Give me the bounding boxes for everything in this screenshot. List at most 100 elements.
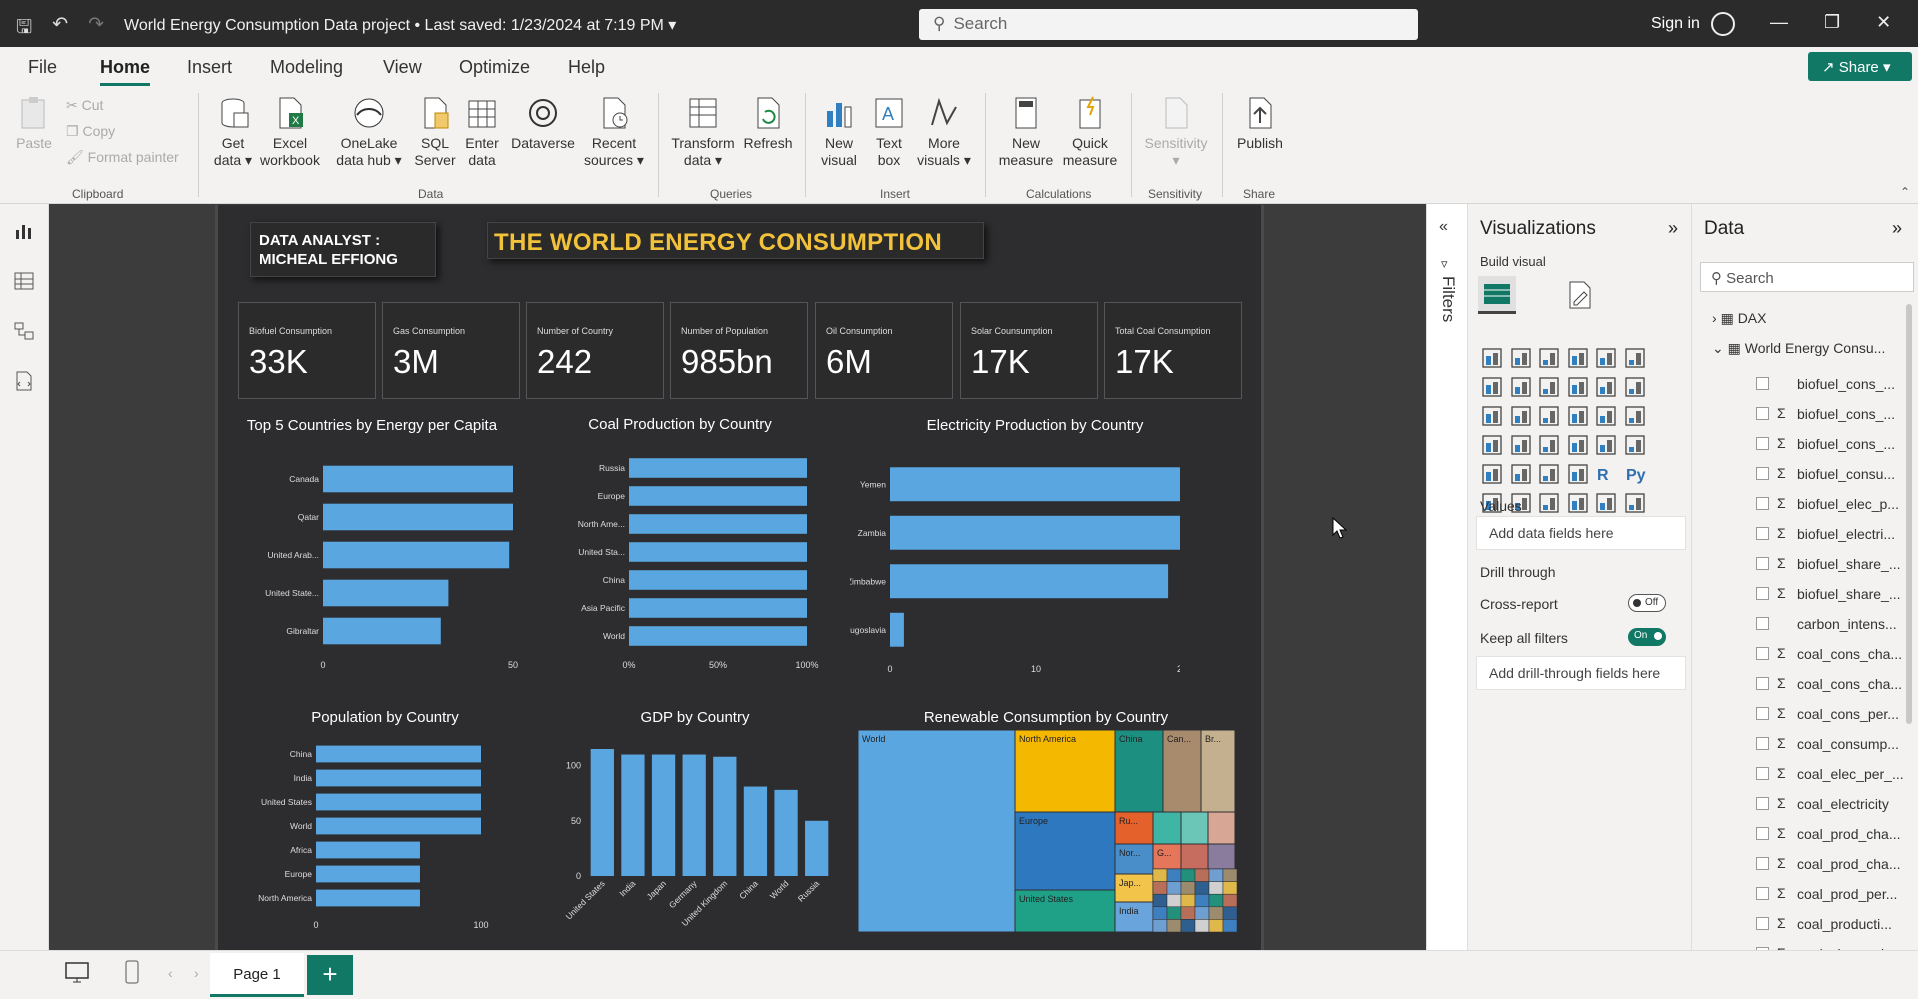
onelake-data-hub-button[interactable]: OneLake data hub ▾ — [328, 95, 410, 169]
field-row[interactable]: Σcoal_elec_per_... — [1692, 762, 1917, 786]
card-icon[interactable] — [1594, 433, 1618, 457]
collapse-ribbon-icon[interactable]: ⌃ — [1900, 185, 1910, 199]
field-row[interactable]: Σcoal_prod_cha... — [1692, 852, 1917, 876]
report-view-icon[interactable] — [13, 220, 35, 242]
field-row[interactable]: Σcoal_consump... — [1692, 732, 1917, 756]
narrative-icon[interactable] — [1566, 491, 1590, 515]
funnel-bar-icon[interactable] — [1480, 404, 1504, 428]
gdp-chart[interactable]: United States India JapanGermanyUnited Kin… — [545, 730, 840, 945]
tab-file[interactable]: File — [28, 57, 57, 78]
quick-measure-button[interactable]: Quick measure — [1058, 95, 1122, 169]
field-checkbox[interactable] — [1756, 917, 1769, 930]
tab-modeling[interactable]: Modeling — [270, 57, 343, 78]
scatter-icon[interactable] — [1537, 404, 1561, 428]
field-checkbox[interactable] — [1756, 587, 1769, 600]
map-icon[interactable] — [1480, 433, 1504, 457]
field-row[interactable]: Σbiofuel_electri... — [1692, 522, 1917, 546]
matrix-icon[interactable] — [1566, 462, 1590, 486]
r-visual-icon[interactable]: R — [1594, 462, 1618, 486]
field-checkbox[interactable] — [1756, 797, 1769, 810]
funnel-icon[interactable] — [1509, 404, 1533, 428]
document-title[interactable]: World Energy Consumption Data project • … — [124, 15, 676, 35]
waterfall-icon[interactable] — [1623, 375, 1647, 399]
field-checkbox[interactable] — [1756, 707, 1769, 720]
kpi-icon[interactable] — [1480, 462, 1504, 486]
ribbon-icon[interactable] — [1594, 375, 1618, 399]
expand-visualizations-icon[interactable]: » — [1668, 218, 1678, 239]
field-checkbox[interactable] — [1756, 527, 1769, 540]
filled-map-icon[interactable] — [1509, 433, 1533, 457]
field-row[interactable]: carbon_intens... — [1692, 612, 1917, 636]
mobile-layout-icon[interactable] — [124, 959, 140, 985]
next-page-icon[interactable]: › — [194, 965, 199, 981]
100-column-icon[interactable] — [1623, 346, 1647, 370]
python-visual-icon[interactable]: Py — [1623, 462, 1647, 486]
field-checkbox[interactable] — [1756, 677, 1769, 690]
sensitivity-button[interactable]: Sensitivity ▾ — [1140, 95, 1212, 169]
clustered-bar-icon[interactable] — [1537, 346, 1561, 370]
values-well[interactable]: Add data fields here — [1476, 516, 1686, 550]
field-row[interactable]: Σcoal_electricity — [1692, 792, 1917, 816]
field-checkbox[interactable] — [1756, 767, 1769, 780]
new-visual-button[interactable]: New visual — [814, 95, 864, 169]
add-page-button[interactable]: + — [307, 955, 353, 995]
kpi-card[interactable]: Biofuel Consumption 33K — [238, 302, 376, 399]
format-painter-button[interactable]: 🖌 Format painter — [66, 149, 179, 166]
goals-icon[interactable] — [1594, 491, 1618, 515]
line-icon[interactable] — [1480, 375, 1504, 399]
tree-node-world-energy[interactable]: ⌄ ▦ World Energy Consu... — [1712, 340, 1885, 357]
tab-help[interactable]: Help — [568, 57, 605, 78]
field-checkbox[interactable] — [1756, 407, 1769, 420]
field-row[interactable]: Σbiofuel_share_... — [1692, 552, 1917, 576]
table-view-icon[interactable] — [13, 270, 35, 292]
save-icon[interactable]: 🖫 — [16, 13, 32, 45]
stacked-column-icon[interactable] — [1509, 346, 1533, 370]
tab-home[interactable]: Home — [100, 57, 151, 86]
pie-icon[interactable] — [1566, 404, 1590, 428]
sql-server-button[interactable]: SQL Server — [414, 95, 456, 169]
get-data-button[interactable]: Get data ▾ — [208, 95, 258, 169]
field-checkbox[interactable] — [1756, 497, 1769, 510]
azure-map-icon[interactable] — [1537, 433, 1561, 457]
close-icon[interactable]: ✕ — [1876, 12, 1891, 33]
field-row[interactable]: Σcoal_cons_cha... — [1692, 672, 1917, 696]
field-checkbox[interactable] — [1756, 887, 1769, 900]
field-checkbox[interactable] — [1756, 857, 1769, 870]
field-row[interactable]: Σbiofuel_share_... — [1692, 582, 1917, 606]
paginated-icon[interactable] — [1623, 491, 1647, 515]
global-search-input[interactable]: ⚲ Search — [919, 9, 1418, 40]
collapse-panes-icon[interactable]: « — [1439, 218, 1448, 236]
restore-icon[interactable]: ❐ — [1824, 12, 1840, 33]
field-row[interactable]: Σbiofuel_cons_... — [1692, 402, 1917, 426]
new-measure-button[interactable]: New measure — [994, 95, 1058, 169]
treemap-icon[interactable] — [1623, 404, 1647, 428]
tab-view[interactable]: View — [383, 57, 422, 78]
field-checkbox[interactable] — [1756, 617, 1769, 630]
field-checkbox[interactable] — [1756, 647, 1769, 660]
qa-icon[interactable] — [1537, 491, 1561, 515]
field-checkbox[interactable] — [1756, 377, 1769, 390]
enter-data-button[interactable]: Enter data — [462, 95, 502, 169]
report-title-box[interactable]: THE WORLD ENERGY CONSUMPTION — [487, 222, 984, 259]
kpi-card[interactable]: Number of Population 985bn — [670, 302, 808, 399]
stacked-area-icon[interactable] — [1537, 375, 1561, 399]
kpi-card[interactable]: Total Coal Consumption 17K — [1104, 302, 1242, 399]
undo-icon[interactable]: ↶ — [52, 13, 68, 45]
electricity-production-chart[interactable]: Yemen Zambia Zimbabwe Yugoslavia 0 10 20 — [850, 448, 1180, 684]
data-pane-scrollbar[interactable] — [1906, 304, 1912, 724]
build-visual-tab[interactable] — [1478, 276, 1516, 314]
kpi-card[interactable]: Solar Counsumption 17K — [960, 302, 1098, 399]
sign-in-link[interactable]: Sign in — [1651, 15, 1700, 33]
keep-all-filters-toggle[interactable]: On — [1628, 628, 1666, 646]
dax-query-view-icon[interactable] — [13, 370, 35, 392]
field-checkbox[interactable] — [1756, 557, 1769, 570]
kpi-card[interactable]: Number of Country 242 — [526, 302, 664, 399]
recent-sources-button[interactable]: Recent sources ▾ — [580, 95, 648, 169]
kpi-card[interactable]: Gas Consumption 3M — [382, 302, 520, 399]
publish-button[interactable]: Publish — [1232, 95, 1288, 152]
field-checkbox[interactable] — [1756, 467, 1769, 480]
field-row[interactable]: Σbiofuel_elec_p... — [1692, 492, 1917, 516]
field-row[interactable]: Σcoal_prod_per... — [1692, 882, 1917, 906]
gauge-icon[interactable] — [1566, 433, 1590, 457]
cross-report-toggle[interactable]: Off — [1628, 594, 1666, 612]
